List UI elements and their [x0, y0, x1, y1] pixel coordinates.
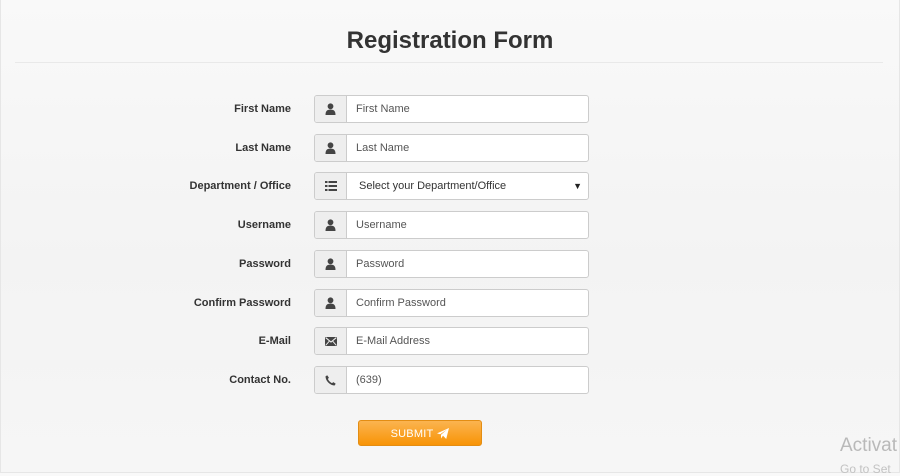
last-name-row: Last Name Last Name [0, 134, 900, 162]
last-name-input[interactable]: Last Name [347, 135, 587, 161]
confirm-password-input[interactable]: Confirm Password [347, 290, 587, 316]
user-icon [315, 96, 347, 122]
email-row: E-Mail E-Mail Address [0, 327, 900, 355]
submit-label: SUBMIT [390, 428, 434, 440]
chevron-down-icon[interactable]: ▼ [573, 173, 582, 199]
email-input-group: E-Mail Address [314, 327, 589, 355]
page-title: Registration Form [346, 27, 554, 54]
first-name-input[interactable]: First Name [347, 96, 587, 122]
contact-input[interactable]: (639) [347, 367, 587, 393]
user-icon [315, 212, 347, 238]
confirm-password-input-group: Confirm Password [314, 289, 589, 317]
send-icon [437, 428, 450, 439]
department-select-group: Select your Department/Office ▼ [314, 172, 589, 200]
first-name-row: First Name First Name [0, 95, 900, 123]
username-label: Username [237, 219, 291, 231]
user-icon [315, 290, 347, 316]
contact-label: Contact No. [229, 374, 291, 386]
email-label: E-Mail [258, 335, 291, 347]
username-row: Username Username [0, 211, 900, 239]
department-label: Department / Office [189, 180, 291, 192]
password-row: Password Password [0, 250, 900, 278]
password-input-group: Password [314, 250, 589, 278]
user-icon [315, 135, 347, 161]
phone-icon [315, 367, 347, 393]
password-input[interactable]: Password [347, 251, 587, 277]
contact-input-group: (639) [314, 366, 589, 394]
username-input[interactable]: Username [347, 212, 587, 238]
password-label: Password [239, 258, 291, 270]
department-row: Department / Office Select your Departme… [0, 172, 900, 200]
email-input[interactable]: E-Mail Address [347, 328, 587, 354]
submit-button[interactable]: SUBMIT [358, 420, 482, 446]
user-icon [315, 251, 347, 277]
username-input-group: Username [314, 211, 589, 239]
activation-watermark: Activat [840, 435, 898, 456]
contact-row: Contact No. (639) [0, 366, 900, 394]
envelope-icon [315, 328, 347, 354]
confirm-password-row: Confirm Password Confirm Password [0, 289, 900, 317]
first-name-label: First Name [234, 103, 291, 115]
first-name-input-group: First Name [314, 95, 589, 123]
list-icon [315, 173, 347, 199]
department-select[interactable]: Select your Department/Office [347, 173, 587, 199]
last-name-input-group: Last Name [314, 134, 589, 162]
confirm-password-label: Confirm Password [193, 297, 291, 309]
activation-watermark-subtext: Go to Set [840, 462, 891, 476]
last-name-label: Last Name [235, 142, 291, 154]
title-divider [15, 62, 883, 63]
